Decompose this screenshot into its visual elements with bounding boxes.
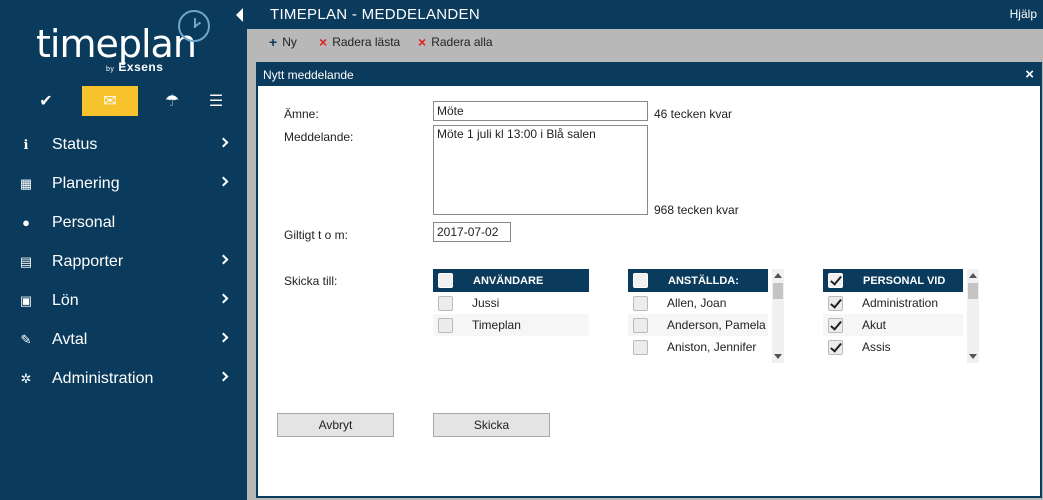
nav-label: Avtal — [52, 330, 88, 348]
scroll-up-icon[interactable] — [774, 273, 782, 278]
list-item[interactable]: Administration — [823, 292, 963, 314]
mail-icon[interactable]: ✉ — [82, 86, 138, 116]
checkbox[interactable] — [633, 295, 648, 311]
send-to-label: Skicka till: — [284, 274, 338, 288]
new-button[interactable]: + Ny — [269, 34, 297, 50]
person-icon: ● — [22, 215, 30, 230]
list-icon[interactable]: ☰ — [196, 86, 236, 116]
logo-subtitle: by Exsens — [106, 60, 164, 74]
top-bar: TIMEPLAN - MEDDELANDEN Hjälp — [247, 0, 1043, 29]
staff-at-scrollbar[interactable] — [967, 269, 979, 363]
select-all-users-checkbox[interactable] — [438, 273, 453, 288]
message-label: Meddelande: — [284, 130, 354, 144]
nav-label: Planering — [52, 174, 120, 192]
list-item[interactable]: Anderson, Pamela — [628, 314, 768, 336]
valid-until-input[interactable] — [433, 222, 511, 242]
message-textarea[interactable]: Möte 1 juli kl 13:00 i Blå salen — [433, 125, 648, 215]
sidebar: timeplan by Exsens ✔ ✉ ☂ ☰ ℹ Status ▦ Pla… — [0, 0, 247, 500]
send-button[interactable]: Skicka — [433, 413, 550, 437]
wrench-icon: ✎ — [20, 331, 32, 347]
dialog-title: Nytt meddelande — [263, 68, 354, 82]
staff-at-list: PERSONAL VID Administration Akut Assis — [823, 269, 979, 366]
calendar-icon: ▦ — [19, 175, 33, 191]
nav-item-planering[interactable]: ▦ Planering — [0, 164, 247, 203]
page-title: TIMEPLAN - MEDDELANDEN — [270, 6, 480, 23]
timeplan-logo: timeplan by Exsens — [36, 8, 216, 78]
checkbox[interactable] — [828, 295, 843, 311]
dialog-header: Nytt meddelande × — [258, 64, 1040, 86]
valid-until-label: Giltigt t o m: — [284, 228, 349, 242]
checkbox[interactable] — [633, 339, 648, 355]
employees-scrollbar[interactable] — [772, 269, 784, 363]
checkbox[interactable] — [828, 339, 843, 355]
list-item[interactable]: Assis — [823, 336, 963, 358]
umbrella-icon[interactable]: ☂ — [152, 86, 192, 116]
nav-item-personal[interactable]: ● Personal — [0, 203, 247, 242]
gears-icon: ✲ — [20, 370, 32, 386]
money-icon: ▣ — [19, 292, 33, 308]
scroll-down-icon[interactable] — [969, 354, 977, 359]
message-chars-left: 968 tecken kvar — [654, 203, 739, 217]
nav-item-avtal[interactable]: ✎ Avtal — [0, 320, 247, 359]
list-item[interactable]: Jussi — [433, 292, 589, 314]
nav-item-rapporter[interactable]: ▤ Rapporter — [0, 242, 247, 281]
main-nav: ℹ Status ▦ Planering ● Personal ▤ Rappor… — [0, 125, 247, 398]
scroll-up-icon[interactable] — [969, 273, 977, 278]
scroll-down-icon[interactable] — [774, 354, 782, 359]
nav-label: Rapporter — [52, 252, 124, 270]
toolbar: + Ny × Radera lästa × Radera alla — [247, 29, 1043, 55]
checkbox[interactable] — [633, 317, 648, 333]
chevron-right-icon — [218, 332, 229, 343]
nav-label: Personal — [52, 213, 116, 231]
subject-chars-left: 46 tecken kvar — [654, 107, 733, 121]
help-link[interactable]: Hjälp — [1010, 7, 1037, 21]
scroll-thumb[interactable] — [773, 283, 783, 299]
chevron-right-icon — [218, 371, 229, 382]
close-icon[interactable]: × — [1025, 66, 1034, 83]
list-item[interactable]: Akut — [823, 314, 963, 336]
plus-icon: + — [269, 34, 278, 50]
check-icon[interactable]: ✔ — [26, 86, 66, 116]
new-message-dialog: Nytt meddelande × Ämne: 46 tecken kvar M… — [256, 62, 1042, 498]
checkbox[interactable] — [438, 295, 453, 311]
select-all-employees-checkbox[interactable] — [633, 273, 648, 288]
employees-list-header: ANSTÄLLDA: — [628, 269, 768, 292]
subject-input[interactable] — [433, 101, 648, 121]
delete-all-button[interactable]: × Radera alla — [418, 34, 493, 50]
list-item[interactable]: Allen, Joan — [628, 292, 768, 314]
collapse-sidebar-icon[interactable] — [236, 8, 243, 22]
checkbox[interactable] — [828, 317, 843, 333]
list-item[interactable]: Aniston, Jennifer — [628, 336, 768, 358]
employees-list: ANSTÄLLDA: Allen, Joan Anderson, Pamela … — [628, 269, 784, 366]
nav-item-administration[interactable]: ✲ Administration — [0, 359, 247, 398]
delete-read-button[interactable]: × Radera lästa — [319, 34, 400, 50]
quick-icons: ✔ ✉ ☂ ☰ — [22, 86, 232, 116]
document-icon: ▤ — [19, 253, 33, 269]
list-item[interactable]: Timeplan — [433, 314, 589, 336]
checkbox[interactable] — [438, 317, 453, 333]
clock-icon — [178, 10, 210, 42]
scroll-thumb[interactable] — [968, 283, 978, 299]
users-list-header: ANVÄNDARE — [433, 269, 589, 292]
cancel-button[interactable]: Avbryt — [277, 413, 394, 437]
nav-label: Administration — [52, 369, 154, 387]
nav-label: Status — [52, 135, 98, 153]
nav-label: Lön — [52, 291, 79, 309]
users-list: ANVÄNDARE Jussi Timeplan — [433, 269, 589, 366]
select-all-staff-checkbox[interactable] — [828, 273, 843, 288]
chevron-right-icon — [218, 254, 229, 265]
nav-item-status[interactable]: ℹ Status — [0, 125, 247, 164]
info-icon: ℹ — [23, 136, 29, 152]
chevron-right-icon — [218, 176, 229, 187]
staff-at-list-header: PERSONAL VID — [823, 269, 963, 292]
delete-icon: × — [319, 34, 328, 50]
nav-item-lon[interactable]: ▣ Lön — [0, 281, 247, 320]
chevron-right-icon — [218, 137, 229, 148]
chevron-right-icon — [218, 293, 229, 304]
delete-icon: × — [418, 34, 427, 50]
subject-label: Ämne: — [284, 107, 319, 121]
